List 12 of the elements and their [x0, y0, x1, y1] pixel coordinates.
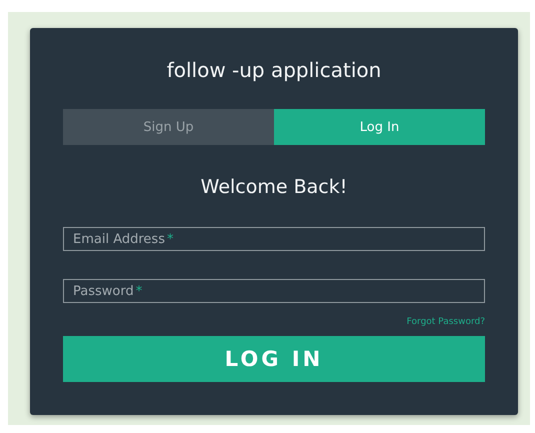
login-button[interactable]: LOG IN [63, 336, 485, 382]
welcome-heading: Welcome Back! [200, 175, 348, 200]
tab[interactable]: Sign Up [63, 109, 274, 145]
required-mark: * [166, 232, 174, 246]
forgot-password-link[interactable]: Forgot Password? [406, 315, 485, 329]
tab[interactable]: Log In [274, 109, 485, 145]
placeholder-text: Password [73, 284, 134, 298]
placeholder-text: Email Address [73, 232, 165, 246]
app-title: follow -up application [166, 57, 382, 84]
input-field[interactable]: Email Address* [63, 227, 485, 251]
required-mark: * [136, 284, 142, 298]
input-field[interactable]: Password* [63, 279, 485, 303]
